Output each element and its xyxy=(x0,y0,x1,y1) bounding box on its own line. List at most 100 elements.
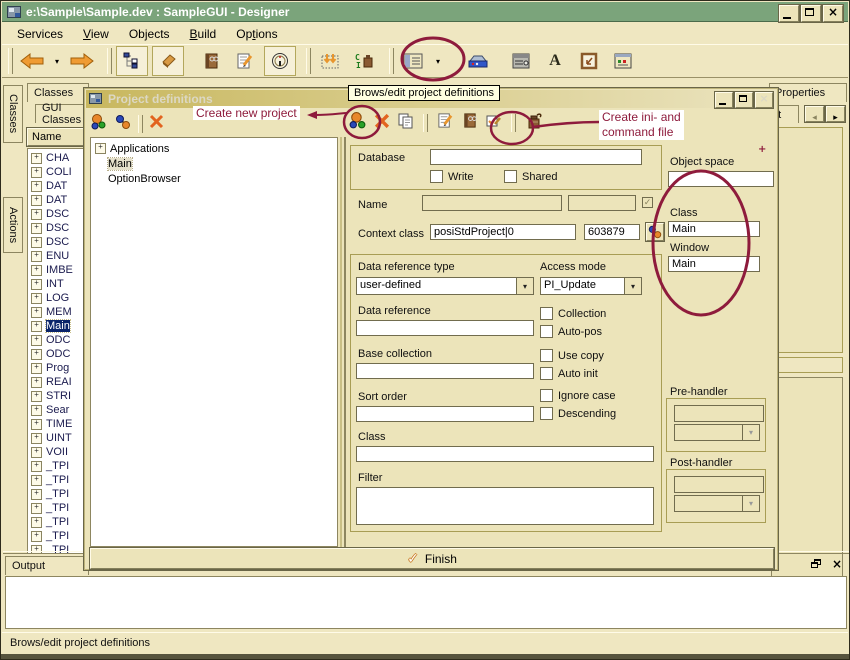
database-input[interactable] xyxy=(430,149,642,165)
minimize-button[interactable] xyxy=(779,5,799,22)
delete-project-button[interactable] xyxy=(374,113,390,134)
vertical-tab-actions[interactable]: Actions xyxy=(3,197,23,253)
expand-plus-icon[interactable]: + xyxy=(31,153,42,164)
output-float-button[interactable] xyxy=(809,558,825,572)
auto-init-checkbox[interactable] xyxy=(540,367,553,380)
dialog-close-button[interactable]: × xyxy=(755,92,773,108)
dialog-editor-button[interactable] xyxy=(608,47,638,75)
context-class-input[interactable] xyxy=(430,224,576,240)
class-tree-label[interactable]: _TPI xyxy=(46,516,69,528)
expand-plus-icon[interactable]: + xyxy=(31,349,42,360)
class-tree-label[interactable]: Sear xyxy=(46,404,69,416)
menu-item-build[interactable]: Build xyxy=(181,25,226,43)
new-item-button[interactable] xyxy=(90,113,108,136)
expand-plus-icon[interactable]: + xyxy=(31,461,42,472)
project-tree-label[interactable]: Applications xyxy=(110,143,169,155)
eraser-toggle-button[interactable] xyxy=(152,46,184,76)
class-tree-label[interactable]: DAT xyxy=(46,194,67,206)
project-options-button[interactable] xyxy=(485,112,502,134)
class-tree-label[interactable]: ODC xyxy=(46,334,70,346)
descending-checkbox[interactable] xyxy=(540,407,553,420)
expand-plus-icon[interactable]: + xyxy=(31,363,42,374)
expand-plus-icon[interactable]: + xyxy=(31,531,42,542)
class-tree-label[interactable]: VOII xyxy=(46,446,68,458)
data-reference-type-select[interactable]: user-defined ▾ xyxy=(356,277,534,295)
class-input[interactable] xyxy=(356,446,654,462)
project-tree-row[interactable]: Main xyxy=(95,156,337,171)
maximize-button[interactable] xyxy=(801,5,821,22)
output-close-button[interactable]: × xyxy=(829,557,845,572)
class-tree-label[interactable]: _TPI xyxy=(46,460,69,472)
output-console[interactable] xyxy=(5,576,847,629)
class-tree-label[interactable]: INT xyxy=(46,278,64,290)
class-tree-label[interactable]: _TPI xyxy=(46,530,69,542)
expand-plus-icon[interactable]: + xyxy=(31,265,42,276)
expand-plus-icon[interactable]: + xyxy=(31,503,42,514)
expand-plus-icon[interactable]: + xyxy=(31,517,42,528)
tab-properties[interactable]: Properties xyxy=(769,83,847,102)
expand-plus-icon[interactable]: + xyxy=(31,209,42,220)
expand-plus-icon[interactable]: + xyxy=(31,321,42,332)
expand-plus-icon[interactable]: + xyxy=(31,251,42,262)
class-tree-label[interactable]: _TPI xyxy=(46,502,69,514)
write-checkbox[interactable] xyxy=(430,170,443,183)
project-tree-row[interactable]: + Applications xyxy=(95,141,337,156)
expand-plus-icon[interactable]: + xyxy=(31,405,42,416)
finish-button[interactable]: ✓ Finish xyxy=(90,548,774,569)
class-right-input[interactable] xyxy=(668,221,760,237)
tab-scroll-left-button[interactable]: ◂ xyxy=(805,106,824,122)
menu-item-options[interactable]: Options xyxy=(227,25,286,43)
class-tree-label[interactable]: _TPI xyxy=(46,488,69,500)
project-tree-label[interactable]: OptionBrowser xyxy=(108,173,181,185)
sort-order-input[interactable] xyxy=(356,406,534,422)
expand-plus-icon[interactable]: + xyxy=(31,293,42,304)
auto-pos-checkbox[interactable] xyxy=(540,325,553,338)
class-tree-label[interactable]: TIME xyxy=(46,418,72,430)
dialog-maximize-button[interactable] xyxy=(735,92,753,108)
class-tree-label[interactable]: Prog xyxy=(46,362,69,374)
expand-plus-icon[interactable]: + xyxy=(31,223,42,234)
image-button[interactable] xyxy=(574,47,604,75)
project-tree[interactable]: + Applications Main OptionBrowser xyxy=(90,137,338,547)
forms-dropdown[interactable]: ▾ xyxy=(432,47,444,75)
window-settings-button[interactable] xyxy=(506,47,536,75)
context-class-picker-button[interactable] xyxy=(646,223,664,241)
font-button[interactable]: A xyxy=(540,47,570,75)
expand-plus-icon[interactable]: + xyxy=(31,237,42,248)
object-space-input[interactable] xyxy=(668,171,774,187)
class-tree-label[interactable]: IMBE xyxy=(46,264,73,276)
shared-checkbox[interactable] xyxy=(504,170,517,183)
expand-plus-icon[interactable]: + xyxy=(31,391,42,402)
expand-plus-icon[interactable]: + xyxy=(31,335,42,346)
tab-scroll-right-button[interactable]: ▸ xyxy=(826,106,845,122)
project-tree-row[interactable]: OptionBrowser xyxy=(95,171,337,186)
use-copy-checkbox[interactable] xyxy=(540,349,553,362)
class-tree-label[interactable]: UINT xyxy=(46,432,72,444)
close-button[interactable]: × xyxy=(823,5,843,22)
base-collection-input[interactable] xyxy=(356,363,534,379)
vertical-tab-classes[interactable]: Classes xyxy=(3,85,23,143)
class-tree-label[interactable]: LOG xyxy=(46,292,69,304)
import-data-button[interactable] xyxy=(315,47,345,75)
menu-item-view[interactable]: View xyxy=(74,25,118,43)
expand-plus-icon[interactable]: + xyxy=(31,489,42,500)
expand-plus-icon[interactable]: + xyxy=(31,167,42,178)
class-tree-label[interactable]: CHA xyxy=(46,152,69,164)
expand-plus-icon[interactable]: + xyxy=(31,475,42,486)
back-button[interactable] xyxy=(17,47,47,75)
ignore-case-checkbox[interactable] xyxy=(540,389,553,402)
access-mode-select[interactable]: PI_Update ▾ xyxy=(540,277,642,295)
project-library-button[interactable] xyxy=(461,112,478,134)
menu-item-services[interactable]: Services xyxy=(8,25,72,43)
forward-button[interactable] xyxy=(67,47,97,75)
tab-output[interactable]: Output xyxy=(5,556,89,575)
expand-plus-icon[interactable]: + xyxy=(95,143,106,154)
class-tree-label[interactable]: _TPI xyxy=(46,474,69,486)
back-history-dropdown[interactable]: ▾ xyxy=(51,47,63,75)
data-reference-input[interactable] xyxy=(356,320,534,336)
expand-plus-icon[interactable]: + xyxy=(31,447,42,458)
expand-plus-icon[interactable]: + xyxy=(31,377,42,388)
tab-classes[interactable]: Classes xyxy=(27,83,89,102)
class-tree-label[interactable]: DSC xyxy=(46,222,69,234)
project-tree-label[interactable]: Main xyxy=(108,158,132,170)
